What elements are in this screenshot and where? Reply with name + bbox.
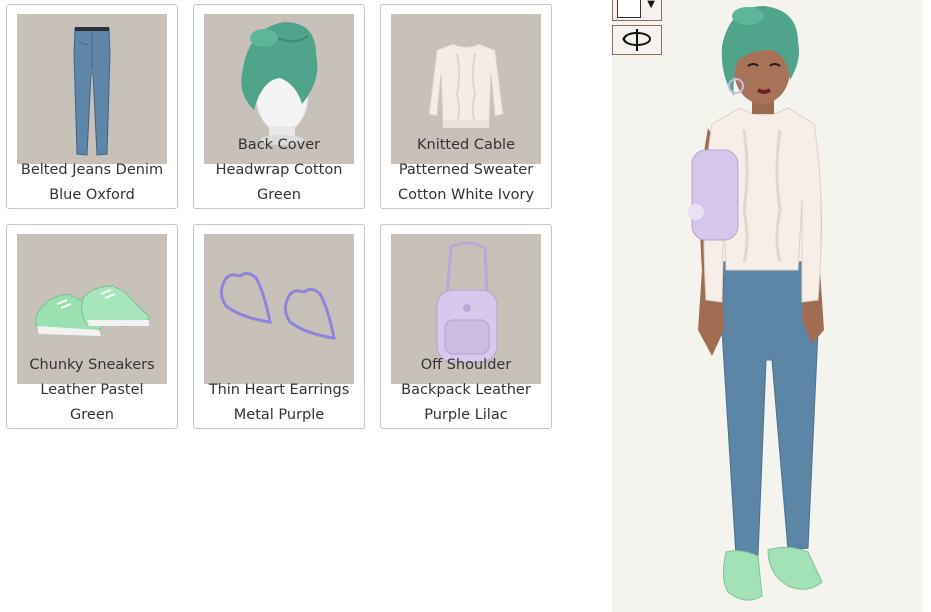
color-swatch [617,0,641,18]
chevron-down-icon: ▼ [647,0,655,10]
item-name-line: Knitted Cable [417,137,515,153]
color-select-dropdown[interactable]: ▼ [612,0,662,21]
rotate-button[interactable] [612,25,662,55]
item-card-headwrap[interactable]: Back Cover Headwrap Cotton Green [193,4,365,209]
item-name-line: Chunky Sneakers [29,357,155,373]
rotate-icon [622,29,651,51]
item-name-line: Backpack Leather [401,382,531,398]
item-name-line: Green [70,407,114,423]
item-name-line: Patterned Sweater [398,162,534,178]
item-name-line: Belted Jeans Denim [20,162,164,178]
item-name-line: Off Shoulder [420,357,512,373]
item-name-line: Green [257,187,301,203]
item-name-line: Thin Heart Earrings [208,382,350,398]
item-card-sweater[interactable]: Knitted Cable Patterned Sweater Cotton W… [380,4,552,209]
item-thumbnail [17,14,167,164]
item-name-line: Back Cover [237,137,321,153]
item-card-earrings[interactable]: Thin Heart Earrings Metal Purple [193,224,365,429]
item-card-backpack[interactable]: Off Shoulder Backpack Leather Purple Lil… [380,224,552,429]
item-name-line: Metal Purple [233,407,325,423]
item-card-jeans[interactable]: Belted Jeans Denim Blue Oxford [6,4,178,209]
item-name-line: Headwrap Cotton [215,162,343,178]
heart-earrings-icon [219,271,336,340]
item-name-line: Blue Oxford [49,187,135,203]
item-card-sneakers[interactable]: Chunky Sneakers Leather Pastel Green [6,224,178,429]
item-name-line: Purple Lilac [424,407,508,423]
item-thumbnail [204,234,354,384]
item-name-line: Cotton White Ivory [397,187,535,203]
avatar-preview-panel: ▼ [612,0,922,612]
item-name-line: Leather Pastel [40,382,144,398]
jeans-icon [73,27,111,156]
avatar-figure [688,6,824,601]
